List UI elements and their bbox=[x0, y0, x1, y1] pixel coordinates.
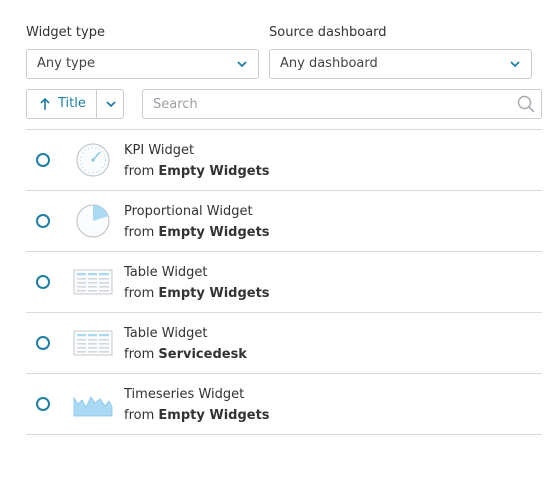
sort-control: Title bbox=[26, 89, 124, 119]
widget-source: from Servicedesk bbox=[124, 347, 247, 362]
widget-source: from Empty Widgets bbox=[124, 164, 270, 179]
sort-label: Title bbox=[58, 96, 86, 111]
list-item[interactable]: Table Widget from Servicedesk bbox=[26, 313, 542, 374]
widget-title: Proportional Widget bbox=[124, 204, 253, 219]
sort-title-button[interactable]: Title bbox=[27, 90, 96, 118]
list-item[interactable]: Proportional Widget from Empty Widgets bbox=[26, 191, 542, 252]
radio-button[interactable] bbox=[36, 153, 50, 167]
table-icon bbox=[73, 269, 113, 295]
widget-source: from Empty Widgets bbox=[124, 225, 270, 240]
widget-type-label: Widget type bbox=[26, 25, 105, 40]
widget-title: Timeseries Widget bbox=[124, 387, 245, 402]
radio-button[interactable] bbox=[36, 275, 50, 289]
widget-list: KPI Widget from Empty Widgets Proportion… bbox=[26, 129, 542, 435]
table-icon bbox=[73, 330, 113, 356]
chevron-down-icon bbox=[510, 61, 520, 68]
source-dashboard-label: Source dashboard bbox=[269, 25, 387, 40]
widget-source: from Empty Widgets bbox=[124, 408, 270, 423]
list-item[interactable]: KPI Widget from Empty Widgets bbox=[26, 130, 542, 191]
search-input[interactable] bbox=[142, 89, 542, 119]
pie-chart-icon bbox=[76, 204, 110, 238]
source-dashboard-select[interactable]: Any dashboard bbox=[269, 49, 532, 79]
list-item[interactable]: Table Widget from Empty Widgets bbox=[26, 252, 542, 313]
search-icon[interactable] bbox=[517, 95, 535, 113]
chevron-down-icon bbox=[106, 101, 116, 108]
widget-title: KPI Widget bbox=[124, 143, 195, 158]
radio-button[interactable] bbox=[36, 336, 50, 350]
list-item[interactable]: Timeseries Widget from Empty Widgets bbox=[26, 374, 542, 435]
widget-type-select[interactable]: Any type bbox=[26, 49, 259, 79]
arrow-up-icon bbox=[40, 97, 50, 110]
kpi-gauge-icon bbox=[76, 143, 110, 177]
radio-button[interactable] bbox=[36, 214, 50, 228]
area-chart-icon bbox=[73, 396, 113, 417]
chevron-down-icon bbox=[237, 61, 247, 68]
radio-button[interactable] bbox=[36, 397, 50, 411]
widget-type-value: Any type bbox=[37, 56, 95, 71]
source-dashboard-value: Any dashboard bbox=[280, 56, 378, 71]
widget-title: Table Widget bbox=[124, 326, 208, 341]
widget-title: Table Widget bbox=[124, 265, 208, 280]
widget-source: from Empty Widgets bbox=[124, 286, 270, 301]
sort-options-dropdown[interactable] bbox=[97, 90, 124, 118]
